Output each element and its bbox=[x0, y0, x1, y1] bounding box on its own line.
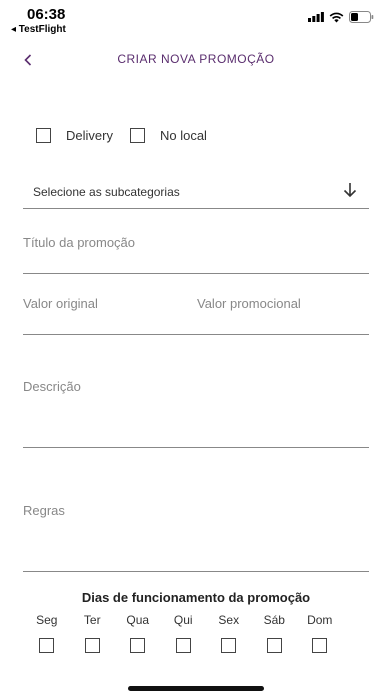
price-fields: Valor original Valor promocional bbox=[23, 292, 369, 335]
wifi-icon bbox=[329, 12, 344, 22]
day-sab: Sáb bbox=[252, 612, 298, 653]
promo-price-field[interactable]: Valor promocional bbox=[197, 296, 301, 311]
signal-icon bbox=[308, 12, 324, 22]
day-checkbox-dom[interactable] bbox=[312, 638, 328, 653]
no-local-label: No local bbox=[159, 128, 207, 143]
status-icons bbox=[308, 11, 374, 23]
day-sex: Sex bbox=[206, 612, 252, 653]
day-dom: Dom bbox=[297, 612, 343, 653]
delivery-checkbox[interactable] bbox=[36, 128, 51, 143]
description-placeholder: Descrição bbox=[23, 379, 81, 394]
subcategory-select[interactable]: Selecione as subcategorias bbox=[23, 180, 369, 209]
original-price-field[interactable]: Valor original bbox=[23, 296, 98, 311]
day-label: Ter bbox=[83, 613, 101, 627]
day-checkbox-ter[interactable] bbox=[84, 638, 100, 653]
day-qui: Qui bbox=[161, 612, 207, 653]
arrow-down-icon bbox=[343, 182, 357, 203]
day-label: Qua bbox=[126, 613, 150, 627]
day-checkbox-qua[interactable] bbox=[130, 638, 146, 653]
day-label: Sex bbox=[218, 613, 240, 627]
day-checkbox-qui[interactable] bbox=[175, 638, 191, 653]
day-checkbox-sex[interactable] bbox=[221, 638, 237, 653]
status-bar: 06:38 ◂ TestFlight bbox=[0, 0, 392, 40]
description-field[interactable]: Descrição bbox=[23, 375, 369, 448]
rules-field[interactable]: Regras bbox=[23, 499, 369, 572]
status-time: 06:38 bbox=[27, 6, 66, 23]
day-checkbox-seg[interactable] bbox=[39, 638, 55, 653]
home-indicator[interactable] bbox=[128, 686, 264, 691]
days-selector: Seg Ter Qua Qui Sex Sáb Dom bbox=[24, 612, 343, 653]
header: CRIAR NOVA PROMOÇÃO bbox=[0, 48, 392, 72]
day-label: Sáb bbox=[263, 613, 285, 627]
battery-icon bbox=[349, 11, 374, 23]
subcategory-select-label: Selecione as subcategorias bbox=[33, 185, 180, 199]
day-ter: Ter bbox=[70, 612, 116, 653]
day-label: Dom bbox=[307, 613, 333, 627]
day-seg: Seg bbox=[24, 612, 70, 653]
day-label: Qui bbox=[173, 613, 193, 627]
no-local-checkbox[interactable] bbox=[129, 128, 145, 143]
day-qua: Qua bbox=[115, 612, 161, 653]
days-title: Dias de funcionamento da promoção bbox=[81, 590, 311, 605]
day-label: Seg bbox=[36, 613, 58, 627]
delivery-options: Delivery No local bbox=[36, 128, 207, 143]
back-to-testflight[interactable]: ◂ TestFlight bbox=[11, 24, 66, 35]
promo-title-field[interactable]: Título da promoção bbox=[23, 230, 369, 274]
day-checkbox-sab[interactable] bbox=[266, 638, 282, 653]
promo-title-placeholder: Título da promoção bbox=[23, 235, 136, 250]
rules-placeholder: Regras bbox=[23, 503, 65, 518]
delivery-label: Delivery bbox=[66, 128, 113, 143]
page-title: CRIAR NOVA PROMOÇÃO bbox=[117, 52, 275, 66]
